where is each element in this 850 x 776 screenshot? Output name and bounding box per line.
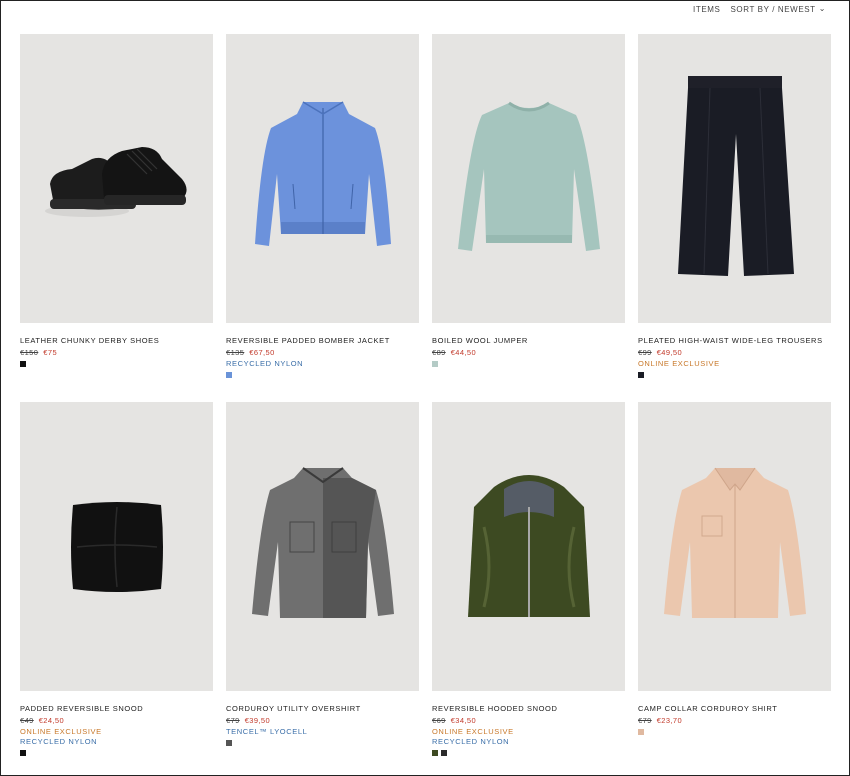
product-title[interactable]: BOILED WOOL JUMPER [432,336,625,345]
price-row: €69 €34,50 [432,716,625,725]
product-title[interactable]: PADDED REVERSIBLE SNOOD [20,704,213,713]
product-image[interactable] [226,402,419,691]
product-tag: RECYCLED NYLON [226,359,304,368]
sale-price: €23,70 [656,716,683,725]
color-swatch[interactable] [226,372,232,378]
product-image[interactable] [432,34,625,323]
product-card[interactable]: CORDUROY UTILITY OVERSHIRT €79 €39,50 TE… [226,402,419,746]
color-swatches [638,372,831,378]
product-card[interactable]: PLEATED HIGH-WAIST WIDE-LEG TROUSERS €99… [638,34,831,378]
product-card[interactable]: CAMP COLLAR CORDUROY SHIRT €79 €23,70 [638,402,831,735]
color-swatch[interactable] [441,750,447,756]
color-swatch[interactable] [20,361,26,367]
product-card[interactable]: REVERSIBLE HOODED SNOOD €69 €34,50 ONLIN… [432,402,625,756]
color-swatches [638,729,831,735]
color-swatches [20,750,213,756]
product-title[interactable]: PLEATED HIGH-WAIST WIDE-LEG TROUSERS [638,336,831,345]
product-image[interactable] [638,402,831,691]
color-swatch[interactable] [432,750,438,756]
product-card[interactable]: BOILED WOOL JUMPER €89 €44,50 [432,34,625,367]
product-image[interactable] [226,34,419,323]
snood-image [70,501,163,592]
product-card[interactable]: REVERSIBLE PADDED BOMBER JACKET €135 €67… [226,34,419,378]
product-image[interactable] [638,34,831,323]
sale-price: €24,50 [38,716,65,725]
sale-price: €75 [43,348,58,357]
price-row: €79 €39,50 [226,716,419,725]
price-row: €89 €44,50 [432,348,625,357]
sort-dropdown[interactable]: SORT BY / NEWEST ⌄ [730,4,827,14]
sale-price: €34,50 [450,716,477,725]
original-price: €69 [432,716,446,725]
product-title[interactable]: REVERSIBLE HOODED SNOOD [432,704,625,713]
jumper-image [457,101,600,251]
color-swatch[interactable] [20,750,26,756]
product-tag: RECYCLED NYLON [20,737,98,746]
jacket-image [254,100,391,246]
product-image[interactable] [20,34,213,323]
product-image[interactable] [432,402,625,691]
original-price: €89 [432,348,446,357]
product-card[interactable]: LEATHER CHUNKY DERBY SHOES €150 €75 [20,34,213,367]
trousers-image [677,75,794,276]
color-swatches [226,372,419,378]
price-row: €49 €24,50 [20,716,213,725]
product-tag: ONLINE EXCLUSIVE [20,727,102,736]
product-tag: ONLINE EXCLUSIVE [638,359,720,368]
product-tag: RECYCLED NYLON [432,737,510,746]
original-price: €99 [638,348,652,357]
color-swatch[interactable] [432,361,438,367]
color-swatches [20,361,213,367]
shoes-image [44,146,187,217]
product-title[interactable]: REVERSIBLE PADDED BOMBER JACKET [226,336,419,345]
price-row: €135 €67,50 [226,348,419,357]
sale-price: €49,50 [656,348,683,357]
chevron-down-icon: ⌄ [818,4,826,13]
sale-price: €44,50 [450,348,477,357]
color-swatch[interactable] [638,372,644,378]
price-row: €150 €75 [20,348,213,357]
product-title[interactable]: CAMP COLLAR CORDUROY SHIRT [638,704,831,713]
price-row: €79 €23,70 [638,716,831,725]
color-swatches [432,361,625,367]
product-title[interactable]: CORDUROY UTILITY OVERSHIRT [226,704,419,713]
sale-price: €39,50 [244,716,271,725]
price-row: €99 €49,50 [638,348,831,357]
items-toggle[interactable]: ITEMS [693,5,720,14]
product-tag: TENCEL™ LYOCELL [226,727,308,736]
original-price: €49 [20,716,34,725]
sort-label: SORT BY / NEWEST [730,5,816,14]
shirt-image [663,467,806,618]
color-swatch[interactable] [226,740,232,746]
color-swatches [226,740,419,746]
toolbar: ITEMS SORT BY / NEWEST ⌄ [693,4,827,14]
product-image[interactable] [20,402,213,691]
original-price: €79 [226,716,240,725]
color-swatches [432,750,625,756]
original-price: €135 [226,348,245,357]
product-title[interactable]: LEATHER CHUNKY DERBY SHOES [20,336,213,345]
original-price: €150 [20,348,39,357]
overshirt-image [251,466,394,618]
hooded-snood-image [467,474,590,617]
product-tag: ONLINE EXCLUSIVE [432,727,514,736]
color-swatch[interactable] [638,729,644,735]
original-price: €79 [638,716,652,725]
product-card[interactable]: PADDED REVERSIBLE SNOOD €49 €24,50 ONLIN… [20,402,213,756]
sale-price: €67,50 [249,348,275,357]
